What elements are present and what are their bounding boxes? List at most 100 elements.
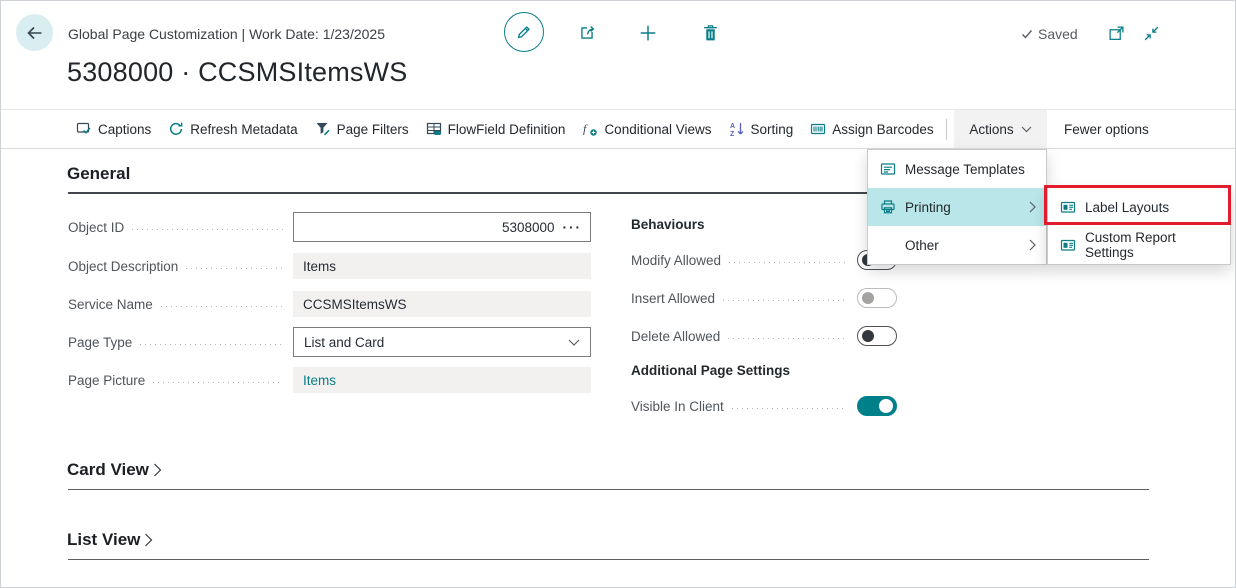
additional-page-settings-heading: Additional Page Settings	[631, 363, 790, 378]
dotted-leader	[729, 262, 847, 263]
field-page-picture: Page Picture Items	[68, 365, 591, 395]
dotted-leader	[728, 338, 847, 339]
collapse-button[interactable]	[1143, 25, 1161, 43]
flowfield-icon	[426, 121, 442, 137]
saved-label: Saved	[1038, 26, 1078, 42]
section-list-view-header[interactable]: List View	[67, 530, 153, 550]
page-title: 5308000 · CCSMSItemsWS	[67, 57, 408, 88]
barcode-icon	[810, 121, 826, 137]
toolbar-assign-barcodes-button[interactable]: Assign Barcodes	[810, 121, 933, 137]
captions-icon	[76, 121, 92, 137]
delete-allowed-label: Delete Allowed	[631, 329, 720, 344]
field-page-type: Page Type List and Card	[68, 327, 591, 357]
behaviours-heading: Behaviours	[631, 217, 705, 232]
open-window-icon	[1108, 25, 1126, 42]
dotted-leader	[140, 344, 283, 345]
page-picture-label: Page Picture	[68, 373, 145, 388]
dotted-leader	[153, 382, 283, 383]
chevron-down-icon	[568, 339, 580, 346]
insert-allowed-label: Insert Allowed	[631, 291, 715, 306]
toolbar-page-filters-button[interactable]: Page Filters	[315, 121, 409, 137]
assist-edit-button[interactable]: ···	[563, 220, 583, 235]
open-in-window-button[interactable]	[1108, 25, 1126, 43]
field-delete-allowed: Delete Allowed	[631, 325, 897, 347]
section-card-view-header[interactable]: Card View	[67, 460, 162, 480]
toolbar-divider	[946, 119, 947, 140]
dotted-leader	[732, 408, 847, 409]
menu-item-printing[interactable]: Printing	[868, 188, 1046, 226]
section-general-header[interactable]: General	[67, 164, 130, 184]
visible-in-client-label: Visible In Client	[631, 399, 724, 414]
dotted-leader	[723, 300, 847, 301]
delete-allowed-toggle[interactable]	[857, 326, 897, 346]
object-description-label: Object Description	[68, 259, 178, 274]
report-icon	[1060, 199, 1076, 215]
field-object-id: Object ID 5308000 ···	[68, 212, 591, 242]
toolbar-captions-button[interactable]: Captions	[76, 121, 151, 137]
action-bar: Captions Refresh Metadata Page Filters F…	[1, 109, 1236, 149]
checkmark-icon	[1020, 27, 1034, 41]
chevron-right-icon	[1029, 201, 1036, 213]
service-name-label: Service Name	[68, 297, 153, 312]
plus-icon	[639, 24, 657, 42]
chevron-right-icon	[1029, 239, 1036, 251]
toolbar-conditional-views-button[interactable]: f Conditional Views	[582, 121, 711, 137]
object-description-value: Items	[293, 253, 591, 279]
object-id-label: Object ID	[68, 220, 124, 235]
pencil-icon	[515, 23, 533, 41]
share-icon	[578, 24, 596, 42]
svg-text:Z: Z	[730, 131, 735, 137]
toolbar-sorting-button[interactable]: AZ Sorting	[729, 121, 794, 137]
printer-icon	[880, 199, 896, 215]
chevron-right-icon	[153, 463, 162, 477]
delete-button[interactable]	[702, 24, 720, 42]
field-service-name: Service Name CCSMSItemsWS	[68, 289, 591, 319]
page-type-select[interactable]: List and Card	[293, 327, 591, 357]
modify-allowed-label: Modify Allowed	[631, 253, 721, 268]
collapse-icon	[1143, 25, 1161, 42]
section-card-view-rule	[68, 489, 1149, 490]
field-modify-allowed: Modify Allowed	[631, 249, 897, 271]
visible-in-client-toggle[interactable]	[857, 396, 897, 416]
field-visible-in-client: Visible In Client	[631, 395, 897, 417]
share-button[interactable]	[578, 24, 596, 42]
filter-icon	[315, 121, 331, 137]
fewer-options-button[interactable]: Fewer options	[1064, 110, 1149, 148]
app-window: Global Page Customization | Work Date: 1…	[0, 0, 1236, 588]
sort-icon: AZ	[729, 121, 745, 137]
report-icon	[1060, 237, 1076, 253]
actions-dropdown-menu: Message Templates Printing Other	[867, 149, 1047, 265]
status-badge: Saved	[1020, 26, 1078, 42]
service-name-value: CCSMSItemsWS	[293, 291, 591, 317]
toolbar-flowfield-definition-button[interactable]: FlowField Definition	[426, 121, 566, 137]
trash-icon	[702, 24, 720, 42]
dotted-leader	[132, 229, 283, 230]
field-object-description: Object Description Items	[68, 251, 591, 281]
message-templates-icon	[880, 161, 896, 177]
page-type-label: Page Type	[68, 335, 132, 350]
breadcrumb: Global Page Customization | Work Date: 1…	[68, 26, 385, 42]
object-id-input[interactable]: 5308000 ···	[293, 212, 591, 242]
svg-text:f: f	[583, 122, 588, 136]
toolbar-refresh-metadata-button[interactable]: Refresh Metadata	[168, 121, 297, 137]
chevron-down-icon	[1021, 126, 1032, 133]
new-button[interactable]	[639, 24, 657, 42]
dotted-leader	[186, 268, 283, 269]
refresh-icon	[168, 121, 184, 137]
menu-item-message-templates[interactable]: Message Templates	[868, 150, 1046, 188]
field-insert-allowed: Insert Allowed	[631, 287, 897, 309]
back-button[interactable]	[16, 14, 53, 51]
printing-submenu: Label Layouts Custom Report Settings	[1047, 187, 1231, 265]
menu-item-label-layouts[interactable]: Label Layouts	[1048, 188, 1230, 226]
chevron-right-icon	[144, 533, 153, 547]
menu-item-custom-report-settings[interactable]: Custom Report Settings	[1048, 226, 1230, 264]
svg-text:A: A	[730, 123, 735, 130]
arrow-left-icon	[25, 23, 45, 43]
function-icon: f	[582, 121, 598, 137]
dotted-leader	[161, 306, 283, 307]
menu-item-other[interactable]: Other	[868, 226, 1046, 264]
actions-menu-button[interactable]: Actions	[954, 110, 1047, 148]
edit-button[interactable]	[504, 12, 544, 52]
page-picture-value: Items	[293, 367, 591, 393]
insert-allowed-toggle	[857, 288, 897, 308]
